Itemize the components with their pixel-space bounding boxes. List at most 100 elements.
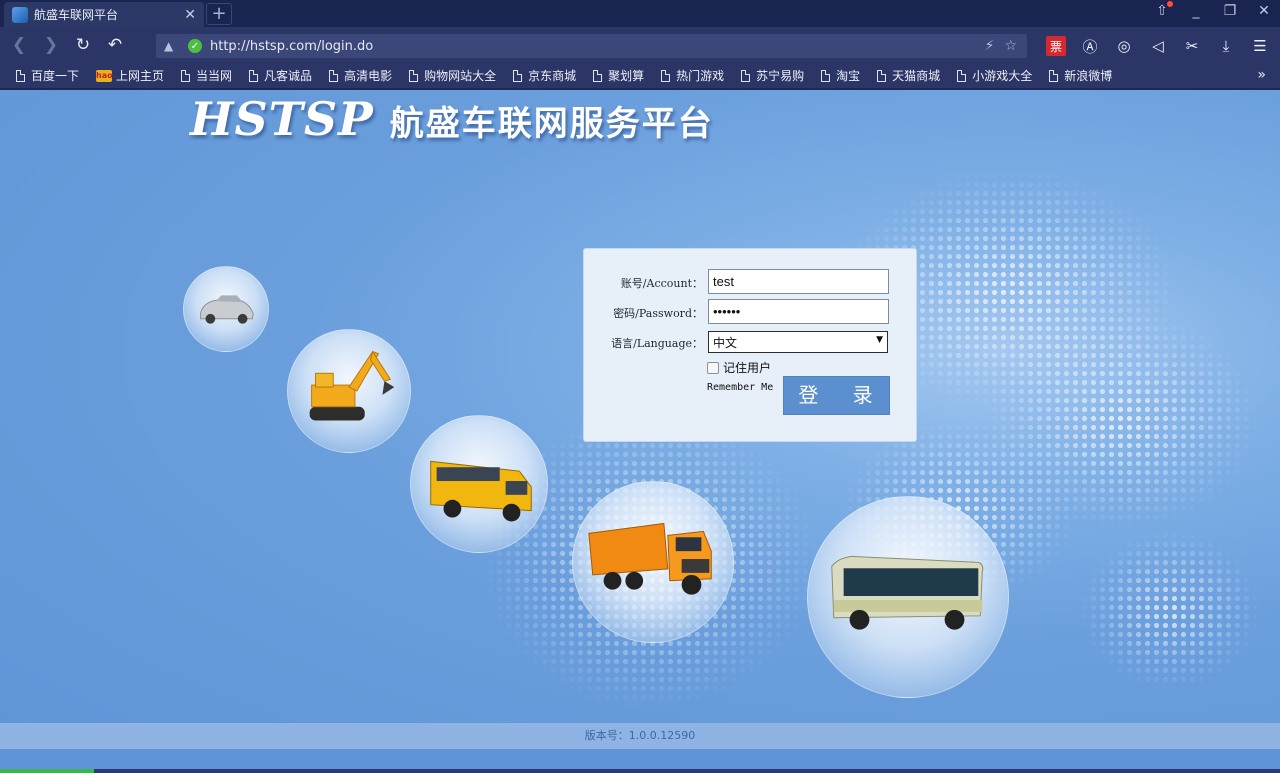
bookmark-item[interactable]: 百度一下 xyxy=(16,67,79,84)
lightning-icon[interactable]: ⚡ xyxy=(985,38,995,54)
adblock-icon[interactable]: Ⓐ xyxy=(1080,36,1100,56)
scissors-icon[interactable]: ✂ xyxy=(1182,36,1202,56)
excavator-icon xyxy=(309,350,395,421)
page-icon xyxy=(249,69,259,82)
platform-title: HSTSP 航盛车联网服务平台 xyxy=(190,92,714,146)
reload-icon[interactable]: ↻ xyxy=(70,32,96,58)
language-selected-value: 中文 xyxy=(713,336,738,350)
bookmark-label: 凡客诚品 xyxy=(264,69,313,83)
tab-strip: 航盛车联网平台 ✕ + ⇧ _ ❐ ✕ xyxy=(0,0,1280,27)
page-icon xyxy=(957,69,967,82)
undo-close-icon[interactable]: ↶ xyxy=(102,32,128,58)
page-icon xyxy=(1049,69,1059,82)
bookmark-item[interactable]: 高清电影 xyxy=(329,67,392,84)
bookmark-item[interactable]: 小游戏大全 xyxy=(957,67,1032,84)
bookmark-item[interactable]: 当当网 xyxy=(181,67,232,84)
bookmark-item[interactable]: 新浪微博 xyxy=(1049,67,1112,84)
bookmark-label: 购物网站大全 xyxy=(424,69,497,83)
account-input[interactable] xyxy=(708,269,889,294)
page-icon xyxy=(821,69,831,82)
login-button[interactable]: 登 录 xyxy=(783,376,890,415)
version-text: 版本号：1.0.0.12590 xyxy=(584,729,696,742)
page-icon xyxy=(661,69,671,82)
navigation-bar: ❮ ❯ ↻ ↶ ▲ ✓ http://hstsp.com/login.do ⚡ … xyxy=(0,27,1280,63)
login-form: 账号/Account： 密码/Password： 语言/Language： 中文… xyxy=(583,248,917,442)
account-label: 账号/Account： xyxy=(620,277,703,290)
page-icon xyxy=(181,69,191,82)
page-icon xyxy=(409,69,419,82)
coach-bus-icon xyxy=(831,555,984,630)
more-bookmarks-icon[interactable]: » xyxy=(1257,67,1266,83)
bookmark-label: 京东商城 xyxy=(528,69,577,83)
rocket-icon[interactable]: ▲ xyxy=(164,39,180,53)
bookmark-item[interactable]: 热门游戏 xyxy=(661,67,724,84)
bookmark-label: 当当网 xyxy=(196,69,233,83)
close-tab-icon[interactable]: ✕ xyxy=(184,7,196,23)
bookmark-label: 新浪微博 xyxy=(1064,69,1113,83)
page-icon xyxy=(16,69,25,82)
bookmark-item[interactable]: 聚划算 xyxy=(593,67,644,84)
bookmark-label: 苏宁易购 xyxy=(756,69,805,83)
bookmark-item[interactable]: 天猫商城 xyxy=(877,67,940,84)
bookmark-label: 淘宝 xyxy=(836,69,861,83)
login-page: HSTSP 航盛车联网服务平台 账号/Account： test 密码/Pass… xyxy=(0,90,1280,773)
close-window-icon[interactable]: ✕ xyxy=(1256,3,1272,19)
restore-icon[interactable]: ❐ xyxy=(1222,3,1238,19)
tab-title: 航盛车联网平台 xyxy=(34,8,119,22)
bookmark-label: 热门游戏 xyxy=(676,69,725,83)
version-footer: 版本号：1.0.0.12590 xyxy=(0,723,1280,749)
dump-truck-bubble xyxy=(572,481,734,643)
password-input[interactable] xyxy=(708,299,889,324)
back-icon[interactable]: ❮ xyxy=(6,32,32,58)
password-label: 密码/Password： xyxy=(613,307,703,320)
bookmark-item[interactable]: 苏宁易购 xyxy=(741,67,804,84)
checkbox-icon[interactable] xyxy=(707,361,719,374)
skin-icon[interactable]: ⇧ xyxy=(1154,1,1173,19)
language-select[interactable]: 中文 ▼ xyxy=(708,331,888,353)
menu-icon[interactable]: ☰ xyxy=(1250,36,1270,56)
bookmark-label: 小游戏大全 xyxy=(972,69,1033,83)
page-icon xyxy=(741,69,751,82)
excavator-bubble xyxy=(287,329,411,453)
bookmark-label: 天猫商城 xyxy=(892,69,941,83)
status-bar xyxy=(94,769,1280,773)
dump-truck-icon xyxy=(588,522,712,595)
secure-shield-icon[interactable]: ✓ xyxy=(188,39,202,53)
bookmark-label: 百度一下 xyxy=(31,69,80,83)
minimize-icon[interactable]: _ xyxy=(1188,3,1204,19)
star-bookmark-icon[interactable]: ☆ xyxy=(1004,38,1017,54)
address-bar[interactable]: ▲ ✓ http://hstsp.com/login.do ⚡ ☆ xyxy=(156,34,1027,58)
forward-icon[interactable]: ❯ xyxy=(38,32,64,58)
brand-chinese: 航盛车联网服务平台 xyxy=(389,104,714,144)
window-controls: ⇧ _ ❐ ✕ xyxy=(1154,1,1272,19)
url-text[interactable]: http://hstsp.com/login.do xyxy=(210,39,985,54)
remember-me-label-cn: 记住用户 xyxy=(723,361,772,375)
hao-icon: hao xyxy=(96,69,113,82)
school-bus-icon xyxy=(430,460,532,522)
language-label: 语言/Language： xyxy=(611,337,703,350)
toolbar-icons: 票 Ⓐ ◎ ◁ ✂ ⤓ ☰ xyxy=(1046,36,1270,56)
remember-me-checkbox[interactable]: 记住用户 xyxy=(707,359,771,376)
speaker-icon[interactable]: ◁ xyxy=(1148,36,1168,56)
bookmark-item[interactable]: 购物网站大全 xyxy=(409,67,496,84)
bookmark-item[interactable]: 淘宝 xyxy=(821,67,860,84)
bookmark-label: 上网主页 xyxy=(116,69,165,83)
bookmark-item[interactable]: 凡客诚品 xyxy=(249,67,312,84)
bookmark-label: 聚划算 xyxy=(608,69,645,83)
bookmark-item[interactable]: hao 上网主页 xyxy=(96,67,164,84)
dropdown-arrow-icon: ▼ xyxy=(876,335,883,345)
compass-icon[interactable]: ◎ xyxy=(1114,36,1134,56)
bookmark-item[interactable]: 京东商城 xyxy=(513,67,576,84)
new-tab-button[interactable]: + xyxy=(206,3,232,25)
browser-tab[interactable]: 航盛车联网平台 ✕ xyxy=(4,2,204,27)
site-favicon-icon xyxy=(12,6,28,23)
page-icon xyxy=(877,69,887,82)
page-icon xyxy=(593,69,603,82)
download-icon[interactable]: ⤓ xyxy=(1216,36,1236,56)
remember-me-label-en: Remember Me xyxy=(707,382,774,393)
page-icon xyxy=(329,69,339,82)
ticket-icon[interactable]: 票 xyxy=(1046,36,1066,56)
bookmark-label: 高清电影 xyxy=(344,69,393,83)
brand-latin: HSTSP xyxy=(190,92,374,146)
school-bus-bubble xyxy=(410,415,548,553)
